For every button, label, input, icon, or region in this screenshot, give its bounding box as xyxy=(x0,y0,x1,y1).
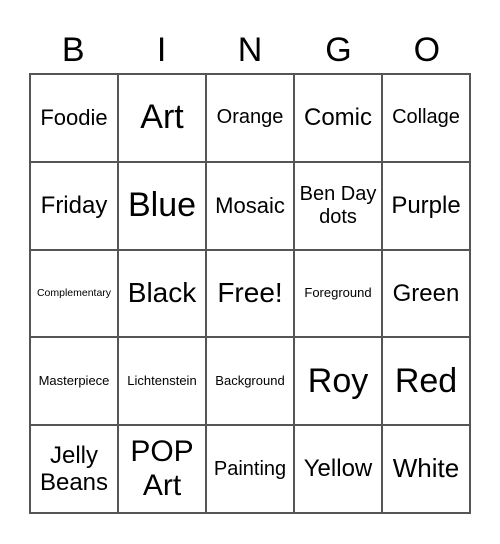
bingo-cell[interactable]: Collage xyxy=(382,74,470,162)
header-letter-i: I xyxy=(156,31,167,69)
bingo-cell[interactable]: Blue xyxy=(118,161,206,250)
bingo-cell[interactable]: White xyxy=(382,425,470,513)
bingo-cell[interactable]: Painting xyxy=(206,425,294,513)
bingo-cell[interactable]: Purple xyxy=(382,161,470,250)
bingo-cell[interactable]: Orange xyxy=(206,74,294,162)
bingo-cell[interactable]: Roy xyxy=(294,337,382,426)
bingo-cell[interactable]: Comic xyxy=(294,74,382,162)
bingo-cell[interactable]: Foreground xyxy=(294,249,382,338)
bingo-cell[interactable]: Black xyxy=(118,249,206,338)
bingo-cell[interactable]: Masterpiece xyxy=(30,337,118,426)
bingo-header: B I N G O xyxy=(29,28,471,72)
bingo-cell[interactable]: Ben Day dots xyxy=(294,161,382,250)
bingo-cell[interactable]: Foodie xyxy=(30,74,118,162)
bingo-cell[interactable]: Background xyxy=(206,337,294,426)
bingo-cell[interactable]: Yellow xyxy=(294,425,382,513)
header-letter-o: O xyxy=(413,31,441,69)
bingo-cell[interactable]: Art xyxy=(118,74,206,162)
header-letter-n: N xyxy=(237,31,263,69)
bingo-cell[interactable]: Mosaic xyxy=(206,161,294,250)
bingo-cell[interactable]: Lichtenstein xyxy=(118,337,206,426)
free-space-cell[interactable]: Free! xyxy=(206,249,294,338)
bingo-grid: Foodie Art Orange Comic Collage Friday Blue Mos… xyxy=(29,73,471,514)
bingo-cell[interactable]: POP Art xyxy=(118,425,206,513)
bingo-cell[interactable]: Red xyxy=(382,337,470,426)
bingo-cell[interactable]: Complementary xyxy=(30,249,118,338)
header-letter-g: G xyxy=(325,31,352,69)
header-letter-b: B xyxy=(61,31,85,69)
bingo-cell[interactable]: Green xyxy=(382,249,470,338)
bingo-cell[interactable]: Friday xyxy=(30,161,118,250)
bingo-cell[interactable]: Jelly Beans xyxy=(30,425,118,513)
